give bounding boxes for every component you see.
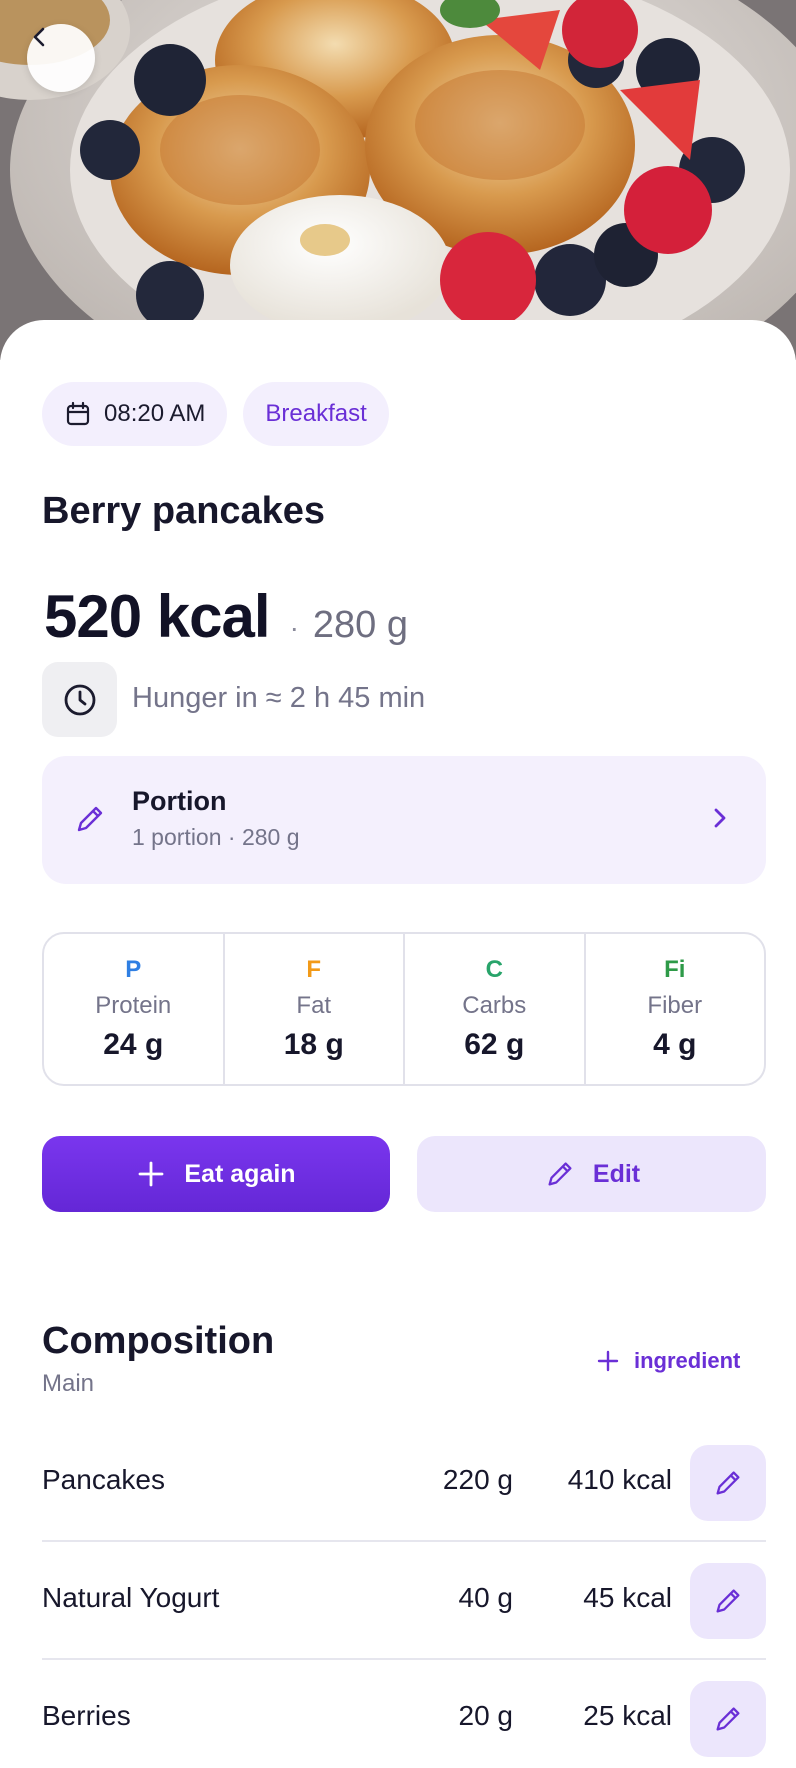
weight-value: 280 g bbox=[312, 604, 408, 646]
macro-fat: F Fat 18 g bbox=[225, 934, 405, 1084]
list-item: Natural Yogurt 40 g 45 kcal bbox=[42, 1542, 766, 1660]
edit-label: Edit bbox=[592, 1159, 641, 1188]
hunger-estimate: Hunger in ≈ 2 h 45 min bbox=[132, 682, 426, 714]
meta-chips: 08:20 AM Breakfast bbox=[42, 382, 389, 446]
macro-carbs: C Carbs 62 g bbox=[405, 934, 586, 1084]
macro-name: Fat bbox=[296, 992, 332, 1019]
meal-type-label: Breakfast bbox=[265, 400, 367, 427]
eat-again-label: Eat again bbox=[184, 1159, 296, 1188]
ingredient-kcal: 410 kcal bbox=[567, 1464, 672, 1495]
macro-value: 24 g bbox=[103, 1028, 164, 1061]
portion-title: Portion bbox=[132, 786, 227, 816]
ingredient-name: Natural Yogurt bbox=[42, 1582, 220, 1613]
clock-icon bbox=[64, 684, 95, 715]
macro-letter: Fi bbox=[664, 956, 686, 983]
portion-subtitle: 1 portion · 280 g bbox=[132, 824, 300, 850]
ingredient-weight: 40 g bbox=[458, 1582, 514, 1613]
macro-name: Protein bbox=[95, 992, 172, 1019]
add-ingredient-button[interactable]: ingredient bbox=[596, 1348, 740, 1374]
composition-subtitle: Main bbox=[42, 1370, 95, 1397]
ingredient-name: Pancakes bbox=[42, 1464, 165, 1495]
list-item: Berries 20 g 25 kcal bbox=[42, 1660, 766, 1768]
ingredient-weight: 20 g bbox=[458, 1700, 514, 1731]
pencil-icon bbox=[716, 1589, 740, 1613]
edit-ingredient-button[interactable] bbox=[690, 1445, 766, 1521]
macro-letter: C bbox=[485, 956, 503, 983]
ingredient-weight: 220 g bbox=[442, 1464, 513, 1495]
plus-icon bbox=[139, 1161, 164, 1187]
meal-photo-illustration bbox=[0, 0, 796, 360]
ingredient-list: Pancakes 220 g 410 kcal Natural Yogurt 4… bbox=[42, 1424, 766, 1768]
list-item: Pancakes 220 g 410 kcal bbox=[42, 1424, 766, 1542]
macro-value: 4 g bbox=[653, 1028, 697, 1061]
ingredient-kcal: 45 kcal bbox=[583, 1582, 672, 1613]
macro-letter: P bbox=[125, 956, 142, 983]
ingredient-kcal: 25 kcal bbox=[583, 1700, 672, 1731]
pencil-icon bbox=[548, 1162, 572, 1186]
portion-card[interactable]: Portion 1 portion · 280 g bbox=[42, 756, 766, 884]
macro-fiber: Fi Fiber 4 g bbox=[586, 934, 765, 1084]
add-ingredient-label: ingredient bbox=[634, 1348, 741, 1373]
macro-letter: F bbox=[306, 956, 322, 983]
plus-icon bbox=[597, 1350, 619, 1372]
back-button[interactable] bbox=[27, 24, 95, 92]
energy-summary: 520 kcal · 280 g bbox=[44, 582, 408, 651]
hunger-icon-box bbox=[42, 662, 117, 737]
meal-type-chip[interactable]: Breakfast bbox=[243, 382, 389, 446]
separator-dot: · bbox=[289, 612, 299, 643]
pencil-icon bbox=[77, 806, 103, 832]
ingredient-name: Berries bbox=[42, 1700, 131, 1731]
chevron-right-icon bbox=[714, 808, 726, 828]
eat-again-button[interactable]: Eat again bbox=[42, 1136, 390, 1212]
edit-ingredient-button[interactable] bbox=[690, 1681, 766, 1757]
macro-value: 18 g bbox=[283, 1028, 344, 1061]
calendar-icon bbox=[66, 401, 90, 426]
edit-button[interactable]: Edit bbox=[417, 1136, 766, 1212]
chevron-left-icon bbox=[33, 27, 45, 47]
macro-protein: P Protein 24 g bbox=[44, 934, 225, 1084]
time-chip[interactable]: 08:20 AM bbox=[42, 382, 228, 446]
time-label: 08:20 AM bbox=[104, 400, 206, 427]
pencil-icon bbox=[716, 1471, 740, 1495]
meal-detail-sheet: 08:20 AM Breakfast Berry pancakes 520 kc… bbox=[0, 320, 796, 1768]
meal-photo bbox=[0, 0, 796, 360]
macro-name: Carbs bbox=[462, 992, 527, 1019]
macros-panel: P Protein 24 g F Fat 18 g C Carbs 62 g F… bbox=[42, 932, 766, 1086]
macro-name: Fiber bbox=[647, 992, 703, 1019]
macro-value: 62 g bbox=[464, 1028, 525, 1061]
composition-title: Composition bbox=[42, 1320, 275, 1362]
meal-title: Berry pancakes bbox=[42, 490, 326, 532]
pencil-icon bbox=[716, 1707, 740, 1731]
kcal-value: 520 kcal bbox=[44, 583, 271, 650]
edit-ingredient-button[interactable] bbox=[690, 1563, 766, 1639]
